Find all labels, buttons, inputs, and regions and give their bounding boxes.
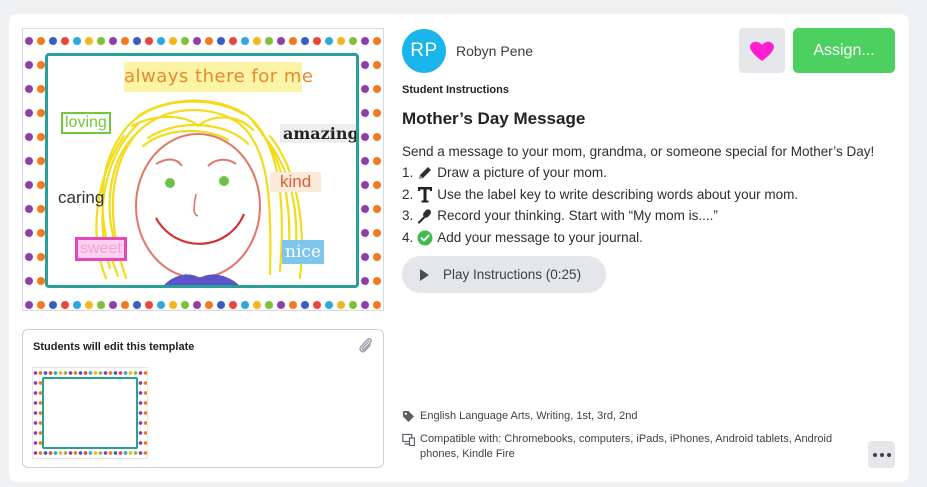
- tags-text: English Language Arts, Writing, 1st, 3rd…: [420, 410, 638, 422]
- activity-preview-image[interactable]: always there for me loving amazing kind …: [22, 28, 384, 311]
- avatar[interactable]: RP: [402, 29, 446, 73]
- author-name[interactable]: Robyn Pene: [456, 43, 533, 59]
- activity-description: Send a message to your mom, grandma, or …: [402, 144, 875, 159]
- favorite-button[interactable]: [739, 28, 785, 73]
- step-text: Record your thinking. Start with “My mom…: [437, 208, 718, 223]
- instruction-step-2: 2. Use the label key to write describing…: [402, 186, 799, 203]
- devices-icon: [402, 433, 415, 446]
- tag-icon: [403, 411, 414, 422]
- template-title: Students will edit this template: [33, 341, 195, 353]
- instruction-step-4: 4. Add your message to your journal.: [402, 229, 643, 246]
- word-label-caring: caring: [58, 188, 105, 207]
- instruction-step-1: 1. Draw a picture of your mom.: [402, 164, 607, 181]
- activity-title: Mother’s Day Message: [402, 109, 586, 128]
- step-text: Draw a picture of your mom.: [437, 165, 607, 180]
- more-options-button[interactable]: [868, 441, 895, 468]
- more-dot: [879, 452, 884, 457]
- compatibility-row: Compatible with: Chromebooks, computers,…: [402, 432, 862, 462]
- word-label-amazing: amazing: [280, 124, 356, 143]
- play-icon: [420, 268, 429, 281]
- play-instructions-button[interactable]: Play Instructions (0:25): [402, 256, 606, 293]
- play-instructions-label: Play Instructions (0:25): [443, 267, 582, 282]
- template-thumbnail[interactable]: [32, 367, 148, 459]
- assign-button[interactable]: Assign...: [793, 28, 895, 73]
- word-label-always: always there for me: [124, 62, 313, 92]
- instructions-label: Student Instructions: [402, 84, 509, 96]
- step-text: Use the label key to write describing wo…: [437, 187, 799, 202]
- word-label-nice: nice: [282, 240, 324, 264]
- paperclip-icon[interactable]: [357, 336, 373, 354]
- microphone-icon: [416, 207, 433, 224]
- template-panel: Students will edit this template: [22, 329, 384, 468]
- drawing-canvas: always there for me loving amazing kind …: [45, 53, 359, 288]
- instruction-step-3: 3. Record your thinking. Start with “My …: [402, 207, 718, 224]
- more-dot: [872, 452, 877, 457]
- heart-icon: [750, 41, 774, 61]
- word-label-loving: loving: [61, 112, 111, 134]
- more-dot: [886, 452, 891, 457]
- word-label-kind: kind: [270, 172, 322, 192]
- tags-row: English Language Arts, Writing, 1st, 3rd…: [402, 409, 637, 424]
- text-tool-icon: [416, 186, 433, 203]
- word-label-sweet: sweet: [75, 237, 127, 261]
- compatibility-text: Compatible with: Chromebooks, computers,…: [420, 433, 833, 460]
- pencil-icon: [416, 164, 433, 181]
- check-circle-icon: [416, 229, 433, 246]
- step-text: Add your message to your journal.: [437, 230, 643, 245]
